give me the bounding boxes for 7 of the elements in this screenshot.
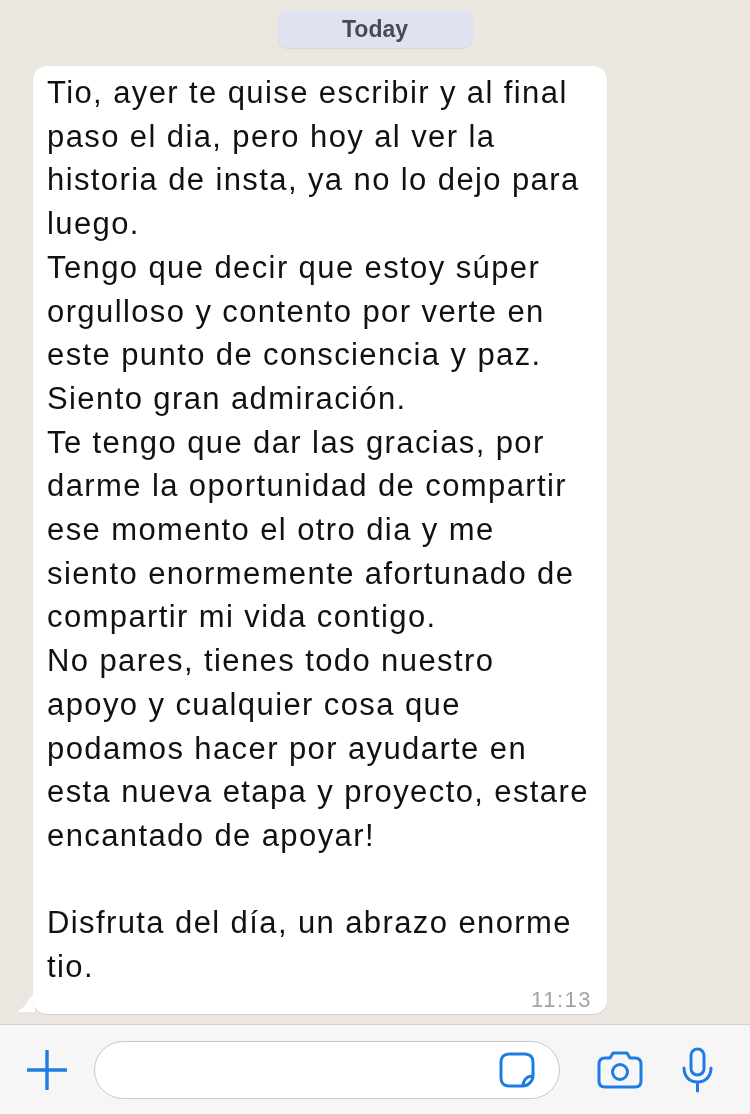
date-chip: Today xyxy=(277,10,473,48)
plus-icon[interactable] xyxy=(27,1049,67,1090)
message-text: Tio, ayer te quise escribir y al final paso el dia, pero hoy al ver la historia de insta, ya no lo dejo para luego. Tengo que decir que estoy súper orgulloso y contento por verte en este punto de consciencia y paz. Siento gran admiración. Te tengo que dar las gracias, por darme la oportunidad de compartir ese momento el otro dia y me siento enormemente afortunado de compartir mi vida contigo. No pares, tienes todo nuestro apoyo y cualquier cosa que podamos hacer por ayudarte en esta nueva etapa y proyecto, estare encantado de apoyar! Disfruta del día, un abrazo enorme tio. xyxy=(47,74,590,987)
message-time: 11:13 xyxy=(531,988,592,1010)
microphone-icon[interactable] xyxy=(682,1046,713,1093)
sticker-icon[interactable] xyxy=(499,1051,535,1088)
camera-icon[interactable] xyxy=(597,1050,643,1089)
